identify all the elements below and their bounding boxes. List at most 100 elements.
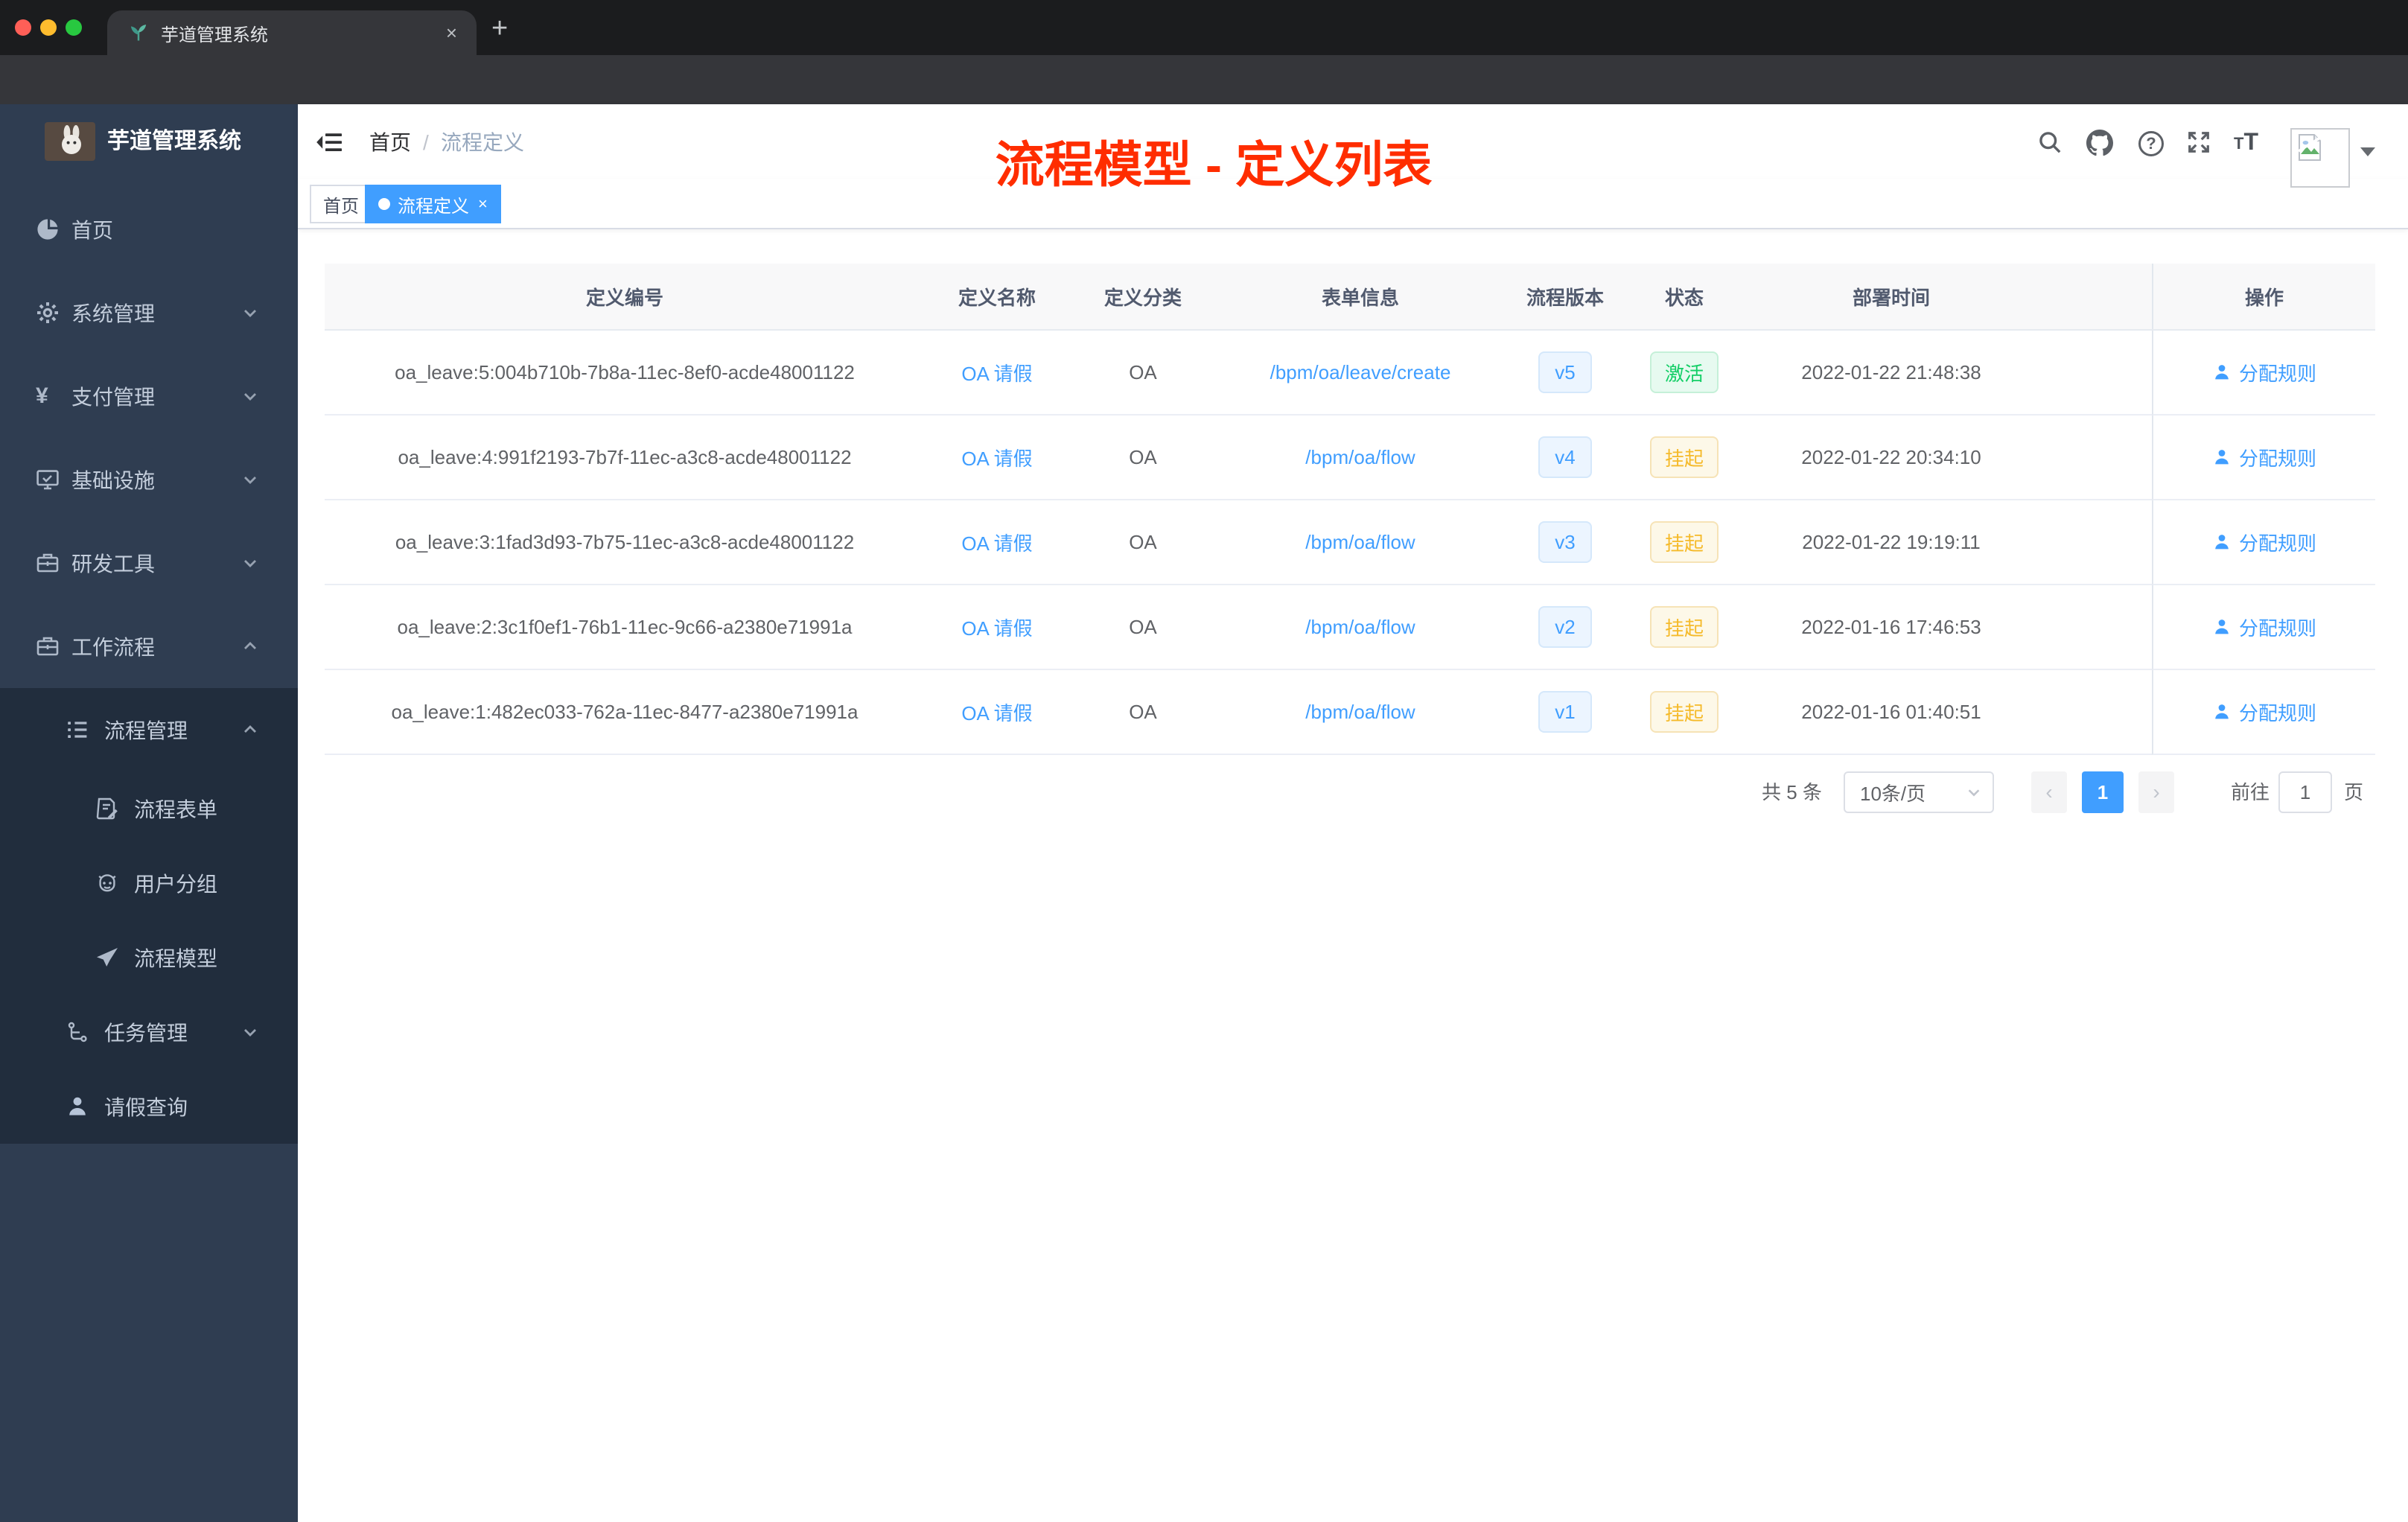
definition-category: OA (1069, 500, 1217, 585)
sidebar-logo[interactable]: 芋道管理系统 (0, 104, 298, 179)
definition-name-link[interactable]: OA 请假 (961, 529, 1032, 556)
briefcase-icon (36, 634, 60, 658)
next-page-button[interactable]: › (2138, 771, 2174, 813)
chevron-down-icon (241, 1023, 259, 1041)
assign-rule-button[interactable]: 分配规则 (2212, 444, 2316, 471)
sidebar-item-process-form[interactable]: 流程表单 (0, 771, 298, 846)
sidebar-item-system[interactable]: 系统管理 (0, 271, 298, 354)
sidebar-item-process-model[interactable]: 流程模型 (0, 920, 298, 995)
assign-rule-button[interactable]: 分配规则 (2212, 614, 2316, 641)
goto-page-input[interactable] (2278, 771, 2332, 813)
tag-home[interactable]: 首页 (310, 185, 372, 223)
browser-tab[interactable]: 芋道管理系统 × (107, 10, 477, 55)
new-tab-button[interactable]: + (491, 9, 508, 48)
table-row: oa_leave:1:482ec033-762a-11ec-8477-a2380… (325, 670, 2375, 755)
form-link[interactable]: /bpm/oa/flow (1305, 531, 1415, 554)
definition-category: OA (1069, 670, 1217, 755)
sidebar-item-task-mgmt[interactable]: 任务管理 (0, 995, 298, 1069)
tab-close-icon[interactable]: × (442, 22, 462, 45)
pagination-total: 共 5 条 (1762, 781, 1822, 803)
chevron-down-icon (241, 554, 259, 572)
logo-avatar (45, 122, 95, 161)
sidebar-item-payment[interactable]: ¥ 支付管理 (0, 354, 298, 438)
sidebar-item-process-mgmt[interactable]: 流程管理 (0, 688, 298, 771)
form-link[interactable]: /bpm/oa/leave/create (1270, 361, 1451, 384)
user-icon (2215, 620, 2229, 634)
avatar-caret-icon[interactable] (2360, 147, 2375, 156)
tag-process-definition[interactable]: 流程定义 × (365, 185, 501, 223)
definition-name-link[interactable]: OA 请假 (961, 698, 1032, 726)
breadcrumb-separator: / (423, 131, 429, 154)
assign-rule-button[interactable]: 分配规则 (2212, 529, 2316, 556)
list-icon (66, 718, 89, 742)
page-number-1[interactable]: 1 (2082, 771, 2124, 813)
definition-id: oa_leave:5:004b710b-7b8a-11ec-8ef0-acde4… (325, 331, 925, 415)
sidebar-item-infrastructure[interactable]: 基础设施 (0, 438, 298, 521)
form-link[interactable]: /bpm/oa/flow (1305, 701, 1415, 724)
status-badge: 挂起 (1649, 606, 1719, 648)
definition-name-link[interactable]: OA 请假 (961, 444, 1032, 471)
minimize-window-button[interactable] (40, 19, 57, 36)
user-icon (2215, 704, 2229, 719)
avatar[interactable] (2290, 128, 2350, 188)
user-icon (66, 1095, 89, 1118)
definition-category: OA (1069, 331, 1217, 415)
form-link[interactable]: /bpm/oa/flow (1305, 446, 1415, 469)
user-icon (2215, 535, 2229, 550)
sidebar: 芋道管理系统 首页 系统管理 ¥ 支付管理 基础设施 研发工具 工作流程 流程管… (0, 104, 298, 1522)
definition-id: oa_leave:3:1fad3d93-7b75-11ec-a3c8-acde4… (325, 500, 925, 585)
search-icon[interactable] (2037, 130, 2063, 155)
broken-image-icon (2298, 134, 2321, 161)
version-badge: v5 (1538, 351, 1592, 393)
close-window-button[interactable] (15, 19, 31, 36)
definition-id: oa_leave:2:3c1f0ef1-76b1-11ec-9c66-a2380… (325, 585, 925, 670)
definition-name-link[interactable]: OA 请假 (961, 614, 1032, 641)
page-size-select[interactable]: 10条/页 (1844, 771, 1994, 813)
maximize-window-button[interactable] (66, 19, 82, 36)
user-icon (2215, 450, 2229, 465)
definition-name-link[interactable]: OA 请假 (961, 359, 1032, 386)
deploy-time: 2022-01-16 17:46:53 (1742, 585, 2040, 670)
sidebar-item-home[interactable]: 首页 (0, 188, 298, 271)
sidebar-item-workflow[interactable]: 工作流程 (0, 605, 298, 688)
breadcrumb-current: 流程定义 (441, 131, 525, 154)
monitor-icon (36, 468, 60, 491)
chevron-up-icon (241, 721, 259, 739)
fullscreen-icon[interactable] (2186, 130, 2211, 155)
deploy-time: 2022-01-22 20:34:10 (1742, 415, 2040, 500)
sidebar-item-devtools[interactable]: 研发工具 (0, 521, 298, 605)
send-icon (95, 946, 119, 969)
assign-rule-button[interactable]: 分配规则 (2212, 359, 2316, 386)
workflow-submenu: 流程管理 流程表单 用户分组 流程模型 任务管理 请假查询 (0, 688, 298, 1144)
active-dot-icon (378, 198, 390, 210)
sidebar-item-user-group[interactable]: 用户分组 (0, 846, 298, 920)
chevron-down-icon (1966, 784, 1982, 800)
chevron-down-icon (241, 387, 259, 405)
help-icon[interactable]: ? (2138, 131, 2164, 156)
table-row: oa_leave:2:3c1f0ef1-76b1-11ec-9c66-a2380… (325, 585, 2375, 670)
breadcrumb-home[interactable]: 首页 (369, 131, 411, 155)
deploy-time: 2022-01-22 19:19:11 (1742, 500, 2040, 585)
sidebar-fold-icon[interactable] (316, 130, 343, 155)
page-unit-label: 页 (2344, 781, 2364, 803)
tag-close-icon[interactable]: × (478, 196, 488, 212)
form-link[interactable]: /bpm/oa/flow (1305, 616, 1415, 639)
favicon-plant-icon (128, 22, 149, 43)
toolbox-icon (36, 551, 60, 575)
deploy-time: 2022-01-22 21:48:38 (1742, 331, 2040, 415)
font-size-icon[interactable]: TT (2234, 130, 2258, 153)
assign-rule-button[interactable]: 分配规则 (2212, 698, 2316, 726)
deploy-time: 2022-01-16 01:40:51 (1742, 670, 2040, 755)
definition-category: OA (1069, 585, 1217, 670)
github-icon[interactable] (2086, 130, 2113, 156)
sidebar-item-leave-query[interactable]: 请假查询 (0, 1069, 298, 1144)
user-icon (2215, 365, 2229, 380)
chevron-down-icon (241, 471, 259, 488)
dashboard-icon (36, 217, 60, 241)
chevron-down-icon (241, 304, 259, 322)
robot-icon (95, 871, 119, 895)
browser-tabstrip: 芋道管理系统 × + (0, 0, 2408, 55)
prev-page-button[interactable]: ‹ (2031, 771, 2067, 813)
definition-id: oa_leave:4:991f2193-7b7f-11ec-a3c8-acde4… (325, 415, 925, 500)
yen-icon: ¥ (36, 383, 48, 408)
